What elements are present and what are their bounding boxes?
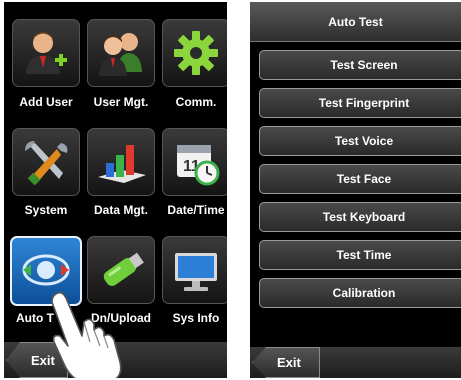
monitor-icon <box>175 253 217 291</box>
main-menu-screen: Add User User Mgt. Comm. 11 System Data … <box>4 2 227 378</box>
auto-test-icon <box>22 254 70 286</box>
menu-item-label: Test Keyboard <box>322 210 406 224</box>
gear-icon <box>174 31 218 75</box>
add-user-tile[interactable] <box>12 19 80 87</box>
tile-label-add-user: Add User <box>19 95 73 109</box>
menu-item-label: Test Screen <box>330 58 398 72</box>
menu-item-label: Calibration <box>332 286 396 300</box>
user-management-tile[interactable] <box>87 19 155 87</box>
tile-label-user-mgt: User Mgt. <box>93 95 149 109</box>
usb-drive-icon <box>103 252 144 286</box>
bar-chart-icon <box>98 145 146 183</box>
test-face-button[interactable]: Test Face <box>259 164 461 194</box>
date-time-tile[interactable]: 11 <box>162 128 227 196</box>
user-management-icon <box>99 33 142 76</box>
exit-label: Exit <box>277 355 301 370</box>
screen-title: Auto Test <box>328 14 383 29</box>
bottom-bar: Exit <box>250 347 461 378</box>
tile-label-comm: Comm. <box>175 95 217 109</box>
test-time-button[interactable]: Test Time <box>259 240 461 270</box>
menu-item-label: Test Time <box>336 248 392 262</box>
menu-item-label: Test Voice <box>334 134 394 148</box>
menu-item-label: Test Face <box>336 172 392 186</box>
pointing-hand-icon <box>51 292 122 378</box>
tools-icon <box>25 141 68 186</box>
calibration-button[interactable]: Calibration <box>259 278 461 308</box>
test-screen-button[interactable]: Test Screen <box>259 50 461 80</box>
tile-label-date-time: Date/Time <box>167 203 225 217</box>
test-voice-button[interactable]: Test Voice <box>259 126 461 156</box>
screen-title-bar: Auto Test <box>250 2 461 42</box>
data-management-tile[interactable] <box>87 128 155 196</box>
add-user-icon <box>26 31 67 74</box>
communication-tile[interactable] <box>162 19 227 87</box>
test-fingerprint-button[interactable]: Test Fingerprint <box>259 88 461 118</box>
tile-label-sys-info: Sys Info <box>172 311 220 325</box>
system-info-tile[interactable] <box>162 236 227 304</box>
auto-test-screen: Auto Test Test Screen Test Fingerprint T… <box>250 2 461 378</box>
tile-label-data-mgt: Data Mgt. <box>94 203 148 217</box>
test-keyboard-button[interactable]: Test Keyboard <box>259 202 461 232</box>
calendar-clock-icon: 11 <box>177 145 220 186</box>
system-tile[interactable] <box>12 128 80 196</box>
menu-item-label: Test Fingerprint <box>318 96 410 110</box>
tile-label-system: System <box>24 203 68 217</box>
exit-button[interactable]: Exit <box>252 347 320 378</box>
